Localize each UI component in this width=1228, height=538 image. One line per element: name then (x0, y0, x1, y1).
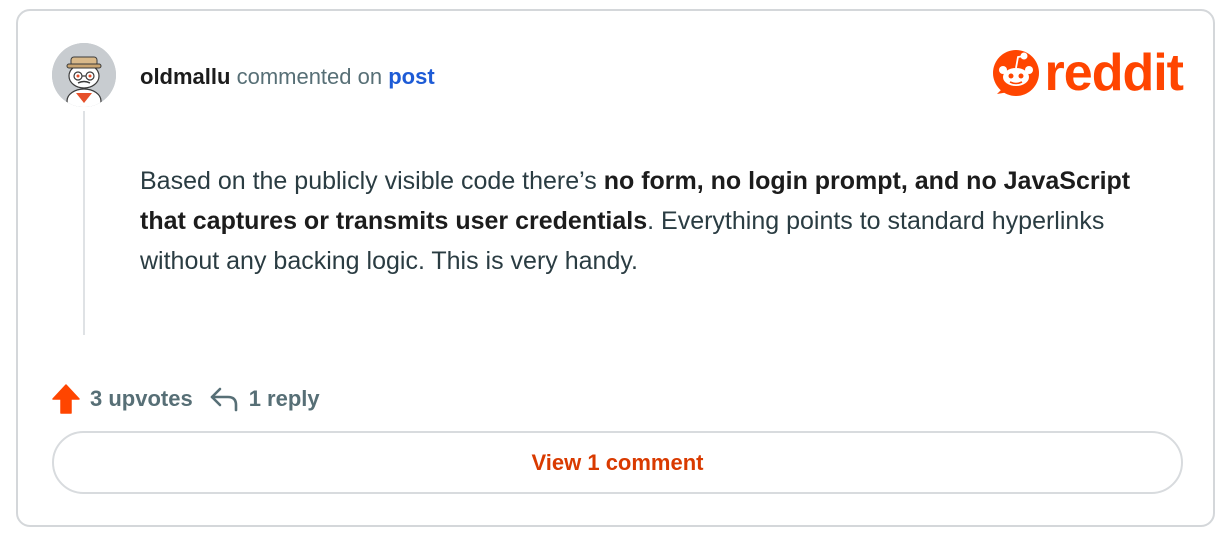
comment-header: oldmallu commented on post (140, 64, 435, 90)
reply-arrow-icon (210, 387, 238, 412)
reply-button[interactable]: 1 reply (209, 386, 320, 412)
reply-count: 1 reply (248, 386, 320, 411)
comment-body-text: Based on the publicly visible code there… (140, 167, 604, 195)
comment-body: Based on the publicly visible code there… (140, 161, 1180, 281)
comment-actions: 3 upvotes 1 reply (52, 384, 320, 414)
commented-on-text: commented on (236, 64, 383, 89)
author-username[interactable]: oldmallu (140, 64, 230, 89)
post-link[interactable]: post (388, 64, 434, 89)
upvote-count: 3 upvotes (90, 386, 193, 411)
view-comments-label: View 1 comment (531, 449, 704, 475)
snoo-avatar-icon (52, 43, 116, 107)
comment-card: oldmallu commented on post reddit Based … (16, 9, 1215, 527)
upvote-button[interactable]: 3 upvotes (52, 384, 193, 414)
reddit-wordmark: reddit (1044, 44, 1184, 102)
thread-line (83, 111, 85, 335)
upvote-arrow-icon (52, 384, 80, 414)
reddit-logo[interactable]: reddit (991, 44, 1184, 102)
view-comments-button[interactable]: View 1 comment (52, 431, 1183, 494)
user-avatar[interactable] (52, 43, 116, 107)
reddit-snoo-icon (992, 50, 1039, 96)
